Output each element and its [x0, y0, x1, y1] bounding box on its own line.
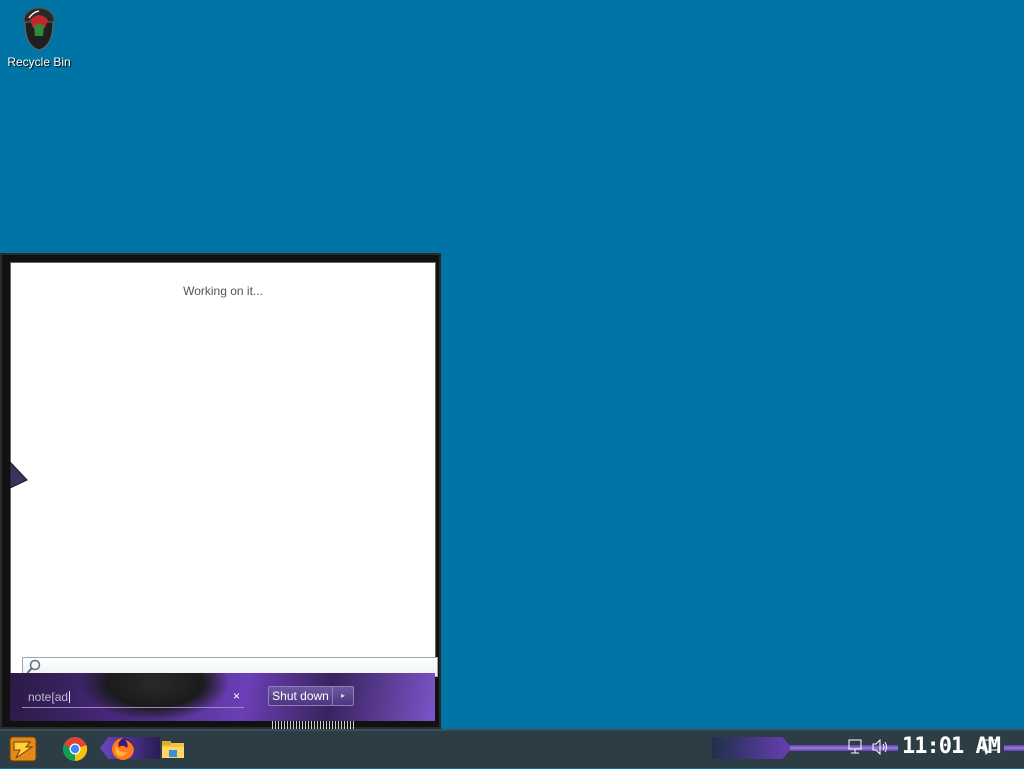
shutdown-options-arrow-icon[interactable]: ▸ [333, 687, 353, 705]
desktop-icon-label: Recycle Bin [7, 55, 71, 69]
taskbar: 11:01 AM [0, 729, 1024, 768]
firefox-taskbar-button[interactable] [110, 736, 136, 762]
network-icon [848, 739, 862, 754]
search-input[interactable]: note[ad [28, 690, 70, 704]
volume-icon [872, 738, 887, 756]
chrome-icon [62, 737, 88, 762]
start-button[interactable] [8, 734, 38, 764]
shutdown-label: Shut down [269, 687, 333, 705]
volume-tray-button[interactable] [872, 738, 890, 760]
desktop-icon-recycle-bin[interactable]: Recycle Bin [6, 6, 72, 69]
taskbar-ribbon-right [712, 737, 792, 759]
search-box[interactable]: note[ad × [22, 686, 244, 708]
start-menu-footer: note[ad × Shut down ▸ [10, 673, 435, 721]
chrome-taskbar-button[interactable] [62, 736, 88, 762]
taskbar-border [0, 729, 1024, 731]
start-menu-results-panel: Working on it... [10, 262, 438, 677]
search-status-text: Working on it... [183, 284, 263, 298]
search-underline [22, 707, 244, 708]
folder-icon [162, 741, 184, 758]
start-orb-icon [9, 736, 37, 762]
file-explorer-taskbar-button[interactable] [160, 736, 186, 762]
action-center-button[interactable] [982, 739, 1000, 760]
pointer-arrow-icon [9, 460, 28, 493]
shutdown-button[interactable]: Shut down ▸ [268, 686, 354, 706]
clear-search-icon[interactable]: × [233, 689, 240, 703]
footer-grill [272, 721, 354, 729]
action-center-icon [982, 739, 1000, 756]
start-menu: Working on it... note[ad × Shut down ▸ [0, 253, 441, 729]
firefox-icon [112, 738, 134, 760]
recycle-bin-icon [19, 6, 59, 54]
network-tray-button[interactable] [848, 739, 864, 760]
